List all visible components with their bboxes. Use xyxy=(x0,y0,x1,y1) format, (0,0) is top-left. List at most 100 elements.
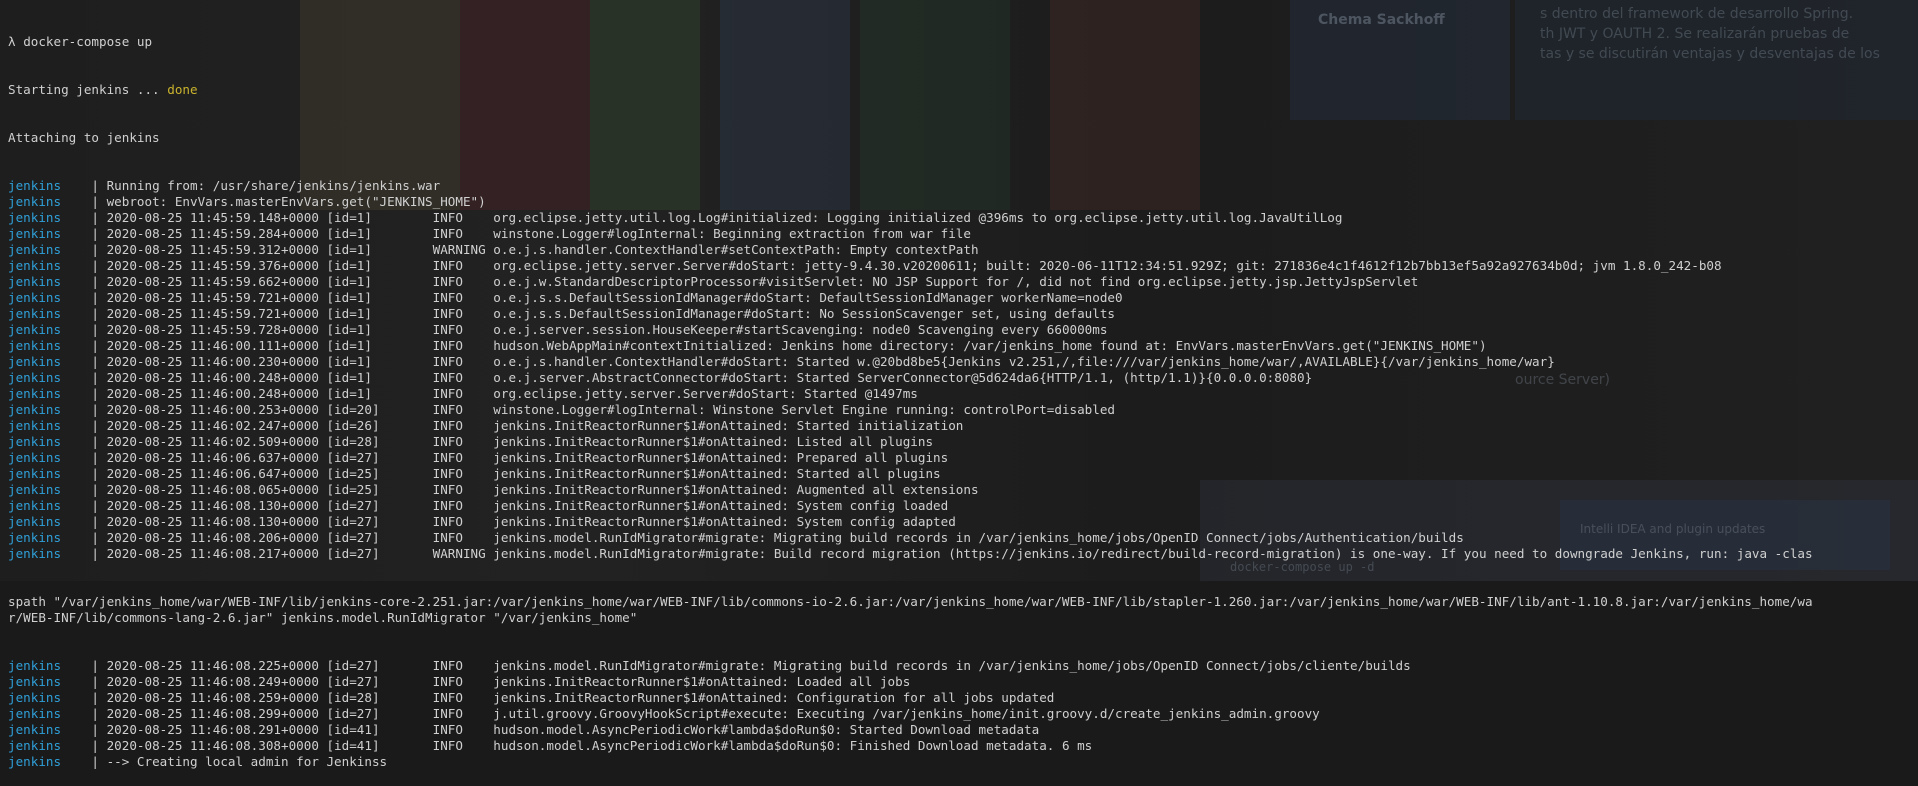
log-line: jenkins | 2020-08-25 11:46:08.065+0000 [… xyxy=(8,482,1914,498)
log-text: Running from: /usr/share/jenkins/jenkins… xyxy=(99,178,441,193)
service-name: jenkins xyxy=(8,402,62,417)
service-name: jenkins xyxy=(8,658,62,673)
service-name: jenkins xyxy=(8,434,62,449)
service-name: jenkins xyxy=(8,754,62,769)
log-line: jenkins | 2020-08-25 11:46:00.248+0000 [… xyxy=(8,370,1914,386)
log-separator: | xyxy=(91,450,100,465)
log-line: jenkins | webroot: EnvVars.masterEnvVars… xyxy=(8,194,1914,210)
log-line: jenkins | --> Creating local admin for J… xyxy=(8,754,1914,770)
log-separator: | xyxy=(91,658,100,673)
log-text: 2020-08-25 11:45:59.721+0000 [id=1] INFO… xyxy=(99,306,1116,321)
log-text: 2020-08-25 11:46:08.217+0000 [id=27] WAR… xyxy=(99,546,1813,561)
log-line: jenkins | Running from: /usr/share/jenki… xyxy=(8,178,1914,194)
log-separator: | xyxy=(91,194,100,209)
service-name: jenkins xyxy=(8,690,62,705)
service-name: jenkins xyxy=(8,514,62,529)
log-separator: | xyxy=(91,274,100,289)
service-name: jenkins xyxy=(8,466,62,481)
log-separator: | xyxy=(91,242,100,257)
wrapped-log-block: spath "/var/jenkins_home/war/WEB-INF/lib… xyxy=(8,594,1914,626)
log-line: jenkins | 2020-08-25 11:45:59.728+0000 [… xyxy=(8,322,1914,338)
starting-text: Starting jenkins ... xyxy=(8,82,168,97)
service-name: jenkins xyxy=(8,338,62,353)
command-line: λ docker-compose up xyxy=(8,34,1914,50)
log-text: 2020-08-25 11:46:00.248+0000 [id=1] INFO… xyxy=(99,386,918,401)
log-text: 2020-08-25 11:46:08.291+0000 [id=41] INF… xyxy=(99,722,1040,737)
log-separator: | xyxy=(91,354,100,369)
log-separator: | xyxy=(91,338,100,353)
log-separator: | xyxy=(91,498,100,513)
log-separator: | xyxy=(91,178,100,193)
log-line: jenkins | 2020-08-25 11:46:08.225+0000 [… xyxy=(8,658,1914,674)
service-name: jenkins xyxy=(8,738,62,753)
log-text: 2020-08-25 11:46:08.249+0000 [id=27] INF… xyxy=(99,674,911,689)
log-line: jenkins | 2020-08-25 11:46:08.249+0000 [… xyxy=(8,674,1914,690)
service-name: jenkins xyxy=(8,242,62,257)
service-name: jenkins xyxy=(8,482,62,497)
service-name: jenkins xyxy=(8,546,62,561)
service-name: jenkins xyxy=(8,322,62,337)
log-text: 2020-08-25 11:46:00.111+0000 [id=1] INFO… xyxy=(99,338,1487,353)
log-line: jenkins | 2020-08-25 11:46:08.130+0000 [… xyxy=(8,514,1914,530)
log-text: 2020-08-25 11:46:08.206+0000 [id=27] INF… xyxy=(99,530,1464,545)
log-line: jenkins | 2020-08-25 11:46:08.291+0000 [… xyxy=(8,722,1914,738)
log-separator: | xyxy=(91,210,100,225)
log-separator: | xyxy=(91,482,100,497)
log-separator: | xyxy=(91,306,100,321)
log-separator: | xyxy=(91,434,100,449)
log-line: jenkins | 2020-08-25 11:45:59.662+0000 [… xyxy=(8,274,1914,290)
log-separator: | xyxy=(91,258,100,273)
log-text: 2020-08-25 11:46:00.253+0000 [id=20] INF… xyxy=(99,402,1116,417)
log-text: 2020-08-25 11:46:06.637+0000 [id=27] INF… xyxy=(99,450,949,465)
wrapped-log-line: spath "/var/jenkins_home/war/WEB-INF/lib… xyxy=(8,594,1813,609)
log-line: jenkins | 2020-08-25 11:46:02.509+0000 [… xyxy=(8,434,1914,450)
log-text: 2020-08-25 11:45:59.376+0000 [id=1] INFO… xyxy=(99,258,1722,273)
log-line: jenkins | 2020-08-25 11:46:00.253+0000 [… xyxy=(8,402,1914,418)
log-text: 2020-08-25 11:46:08.065+0000 [id=25] INF… xyxy=(99,482,979,497)
service-name: jenkins xyxy=(8,258,62,273)
log-block: jenkins | Running from: /usr/share/jenki… xyxy=(8,178,1914,562)
service-name: jenkins xyxy=(8,210,62,225)
log-separator: | xyxy=(91,738,100,753)
log-line: jenkins | 2020-08-25 11:45:59.721+0000 [… xyxy=(8,306,1914,322)
log-line: jenkins | 2020-08-25 11:46:00.248+0000 [… xyxy=(8,386,1914,402)
log-text: 2020-08-25 11:45:59.728+0000 [id=1] INFO… xyxy=(99,322,1108,337)
service-name: jenkins xyxy=(8,306,62,321)
log-text: 2020-08-25 11:46:08.225+0000 [id=27] INF… xyxy=(99,658,1411,673)
attaching-line: Attaching to jenkins xyxy=(8,130,160,145)
log-line: jenkins | 2020-08-25 11:46:02.247+0000 [… xyxy=(8,418,1914,434)
log-line: jenkins | 2020-08-25 11:46:08.217+0000 [… xyxy=(8,546,1914,562)
log-separator: | xyxy=(91,226,100,241)
service-name: jenkins xyxy=(8,274,62,289)
log-text: 2020-08-25 11:46:02.509+0000 [id=28] INF… xyxy=(99,434,934,449)
log-line: jenkins | 2020-08-25 11:46:08.299+0000 [… xyxy=(8,706,1914,722)
log-text: 2020-08-25 11:46:08.299+0000 [id=27] INF… xyxy=(99,706,1320,721)
log-text: --> Creating local admin for Jenkinss xyxy=(99,754,388,769)
log-text: 2020-08-25 11:46:00.248+0000 [id=1] INFO… xyxy=(99,370,1313,385)
log-line: jenkins | 2020-08-25 11:45:59.376+0000 [… xyxy=(8,258,1914,274)
service-name: jenkins xyxy=(8,498,62,513)
log-separator: | xyxy=(91,402,100,417)
log-text: 2020-08-25 11:46:08.130+0000 [id=27] INF… xyxy=(99,514,956,529)
log-text: 2020-08-25 11:45:59.312+0000 [id=1] WARN… xyxy=(99,242,979,257)
service-name: jenkins xyxy=(8,226,62,241)
log-text: 2020-08-25 11:45:59.284+0000 [id=1] INFO… xyxy=(99,226,971,241)
log-text: 2020-08-25 11:45:59.148+0000 [id=1] INFO… xyxy=(99,210,1343,225)
service-name: jenkins xyxy=(8,290,62,305)
log-line: jenkins | 2020-08-25 11:46:06.647+0000 [… xyxy=(8,466,1914,482)
service-name: jenkins xyxy=(8,530,62,545)
log-text: 2020-08-25 11:45:59.721+0000 [id=1] INFO… xyxy=(99,290,1123,305)
log-text: webroot: EnvVars.masterEnvVars.get("JENK… xyxy=(99,194,486,209)
log-text: 2020-08-25 11:46:02.247+0000 [id=26] INF… xyxy=(99,418,964,433)
log-line: jenkins | 2020-08-25 11:46:06.637+0000 [… xyxy=(8,450,1914,466)
starting-status: done xyxy=(167,82,198,97)
log-separator: | xyxy=(91,418,100,433)
log-line: jenkins | 2020-08-25 11:46:00.111+0000 [… xyxy=(8,338,1914,354)
log-separator: | xyxy=(91,466,100,481)
prompt-symbol: λ xyxy=(8,34,16,49)
log-separator: | xyxy=(91,290,100,305)
service-name: jenkins xyxy=(8,194,62,209)
terminal-output[interactable]: λ docker-compose up Starting jenkins ...… xyxy=(8,2,1914,786)
log-separator: | xyxy=(91,722,100,737)
log-separator: | xyxy=(91,514,100,529)
